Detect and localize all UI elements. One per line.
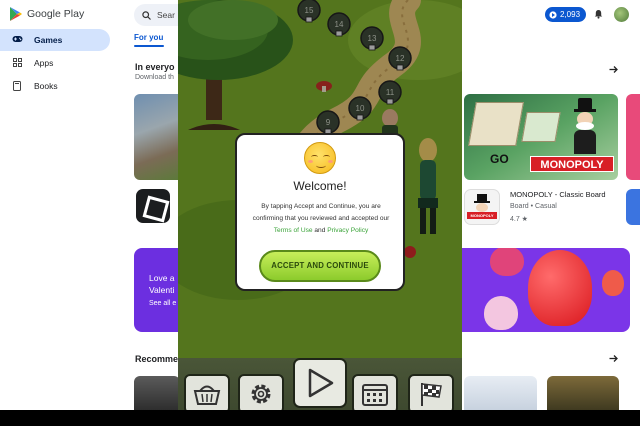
monopoly-banner[interactable]: GO MONOPOLY [464, 94, 618, 180]
sidebar-item-apps[interactable]: Apps [0, 52, 110, 74]
monopoly-app-icon[interactable]: MONOPOLY [464, 189, 500, 225]
play-icon [308, 368, 334, 398]
dialog-and-text: and [314, 227, 326, 234]
settings-gear-icon [251, 384, 271, 404]
promo-line-1: Love a [149, 273, 175, 283]
active-tab-indicator [134, 45, 164, 47]
calendar-button[interactable] [352, 374, 398, 414]
challenges-button[interactable] [408, 374, 454, 414]
search-icon [142, 10, 151, 20]
recommended-thumb[interactable] [547, 376, 619, 410]
board-tile [468, 102, 524, 146]
welcome-dialog: Welcome! By tapping Accept and Continue,… [235, 133, 405, 291]
screen: Google Play Games Apps Books Sear For yo… [0, 0, 640, 426]
promo-line-2: Valenti [149, 285, 175, 295]
smiling-face-icon [304, 142, 336, 174]
terms-of-use-link[interactable]: Terms of Use [274, 227, 313, 234]
privacy-policy-link[interactable]: Privacy Policy [327, 227, 368, 234]
basket-icon [193, 385, 221, 405]
roblox-app-icon[interactable] [136, 189, 170, 223]
google-play-icon [10, 7, 22, 21]
tab-for-you[interactable]: For you [134, 33, 163, 42]
mr-monopoly-figure [570, 98, 598, 154]
section-title-recommended: Recomme [135, 354, 179, 364]
valentine-promo-art[interactable] [462, 248, 630, 332]
next-banner-partial[interactable] [626, 94, 640, 180]
play-points-icon [549, 10, 557, 19]
balloon-image [490, 248, 524, 276]
google-play-logo[interactable]: Google Play [10, 7, 84, 21]
next-app-icon-partial[interactable] [626, 189, 640, 225]
dialog-body-text: By tapping Accept and Continue, you are … [252, 203, 390, 222]
points-value: 2,093 [560, 10, 581, 19]
sidebar-item-books[interactable]: Books [0, 75, 110, 97]
apps-grid-icon [12, 58, 22, 68]
board-tile [521, 112, 561, 142]
recommended-thumb[interactable] [464, 376, 537, 410]
play-sidebar: Google Play Games Apps Books [0, 0, 118, 410]
balloon-image [602, 270, 624, 296]
settings-button[interactable] [238, 374, 284, 414]
accept-and-continue-button[interactable]: ACCEPT AND CONTINUE [259, 250, 381, 282]
game-banner-partial[interactable] [134, 94, 180, 180]
brand-name: Google Play [27, 8, 85, 20]
app-category: Board • Casual [510, 203, 557, 210]
sidebar-item-label: Books [34, 81, 58, 91]
recommended-thumb[interactable] [134, 376, 180, 410]
promo-see-all-link[interactable]: See all e [149, 300, 176, 307]
sidebar-item-label: Apps [34, 58, 54, 68]
search-input[interactable]: Sear [157, 10, 175, 20]
checkered-flag-icon [421, 383, 442, 406]
app-title[interactable]: MONOPOLY - Classic Board [510, 190, 618, 199]
balloon-image [528, 250, 592, 326]
calendar-grid-icon [362, 384, 388, 406]
monopoly-logo-text: MONOPOLY [530, 156, 614, 172]
play-button[interactable] [293, 358, 347, 408]
monopoly-icon-label: MONOPOLY [467, 212, 497, 219]
account-avatar[interactable] [614, 7, 629, 22]
dialog-body: By tapping Accept and Continue, you are … [247, 201, 395, 237]
sidebar-item-games[interactable]: Games [0, 29, 110, 51]
shop-button[interactable] [184, 374, 230, 414]
notifications-bell-icon[interactable] [594, 9, 603, 21]
section-arrow-icon[interactable] [609, 65, 618, 77]
book-icon [12, 81, 22, 91]
gamepad-icon [12, 35, 23, 45]
game-window[interactable]: 15 14 13 12 11 10 9 Welcome! By tapping … [178, 0, 462, 426]
section-arrow-icon[interactable] [609, 354, 618, 366]
system-bottom-bar [0, 410, 640, 426]
dialog-title: Welcome! [293, 179, 347, 193]
sidebar-item-label: Games [34, 35, 63, 45]
balloon-image [484, 296, 518, 330]
play-points-badge[interactable]: 2,093 [545, 7, 587, 22]
section-title-everyone: In everyo [135, 62, 175, 72]
board-go-label: GO [490, 152, 509, 166]
valentine-promo-card[interactable]: Love a Valenti See all e [134, 248, 180, 332]
app-rating: 4.7 ★ [510, 216, 528, 223]
section-subtitle: Download th [135, 74, 174, 81]
